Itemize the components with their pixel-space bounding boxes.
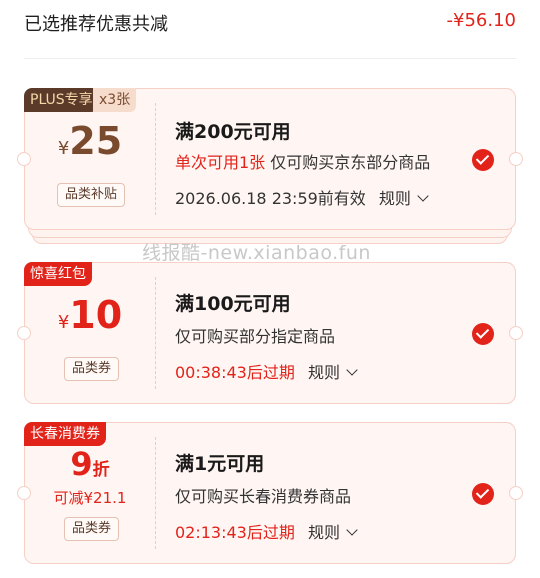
category-badge: 品类补贴 xyxy=(57,183,126,207)
divider xyxy=(24,58,516,59)
coupon-title: 满100元可用 xyxy=(175,293,291,315)
coupon-card-changchun[interactable]: 长春消费券 9折 可减¥21.1 品类券 满1元可用 仅可购买长春消费券商品 0… xyxy=(17,422,523,564)
category-badge: 品类券 xyxy=(64,517,120,541)
right-notch xyxy=(509,486,523,500)
selected-check-icon[interactable] xyxy=(472,483,494,505)
selected-check-icon[interactable] xyxy=(472,323,494,345)
discount-number: 9 xyxy=(70,445,93,483)
expiry-countdown: 00:38:43后过期 xyxy=(175,363,295,382)
coupon-desc-line: 单次可用1张 仅可购买京东部分商品 xyxy=(175,149,430,173)
dashed-divider xyxy=(155,437,156,549)
coupon-expiry-line: 00:38:43后过期 规则 xyxy=(175,359,358,383)
watermark-text: 线报酷-new.xianbao.fun xyxy=(142,242,371,264)
coupon-card-surprise[interactable]: 惊喜红包 ¥10 品类券 满100元可用 仅可购买部分指定商品 00:38:43… xyxy=(17,262,523,404)
coupon-card-plus[interactable]: PLUS专享 x3张 ¥25 品类补贴 满200元可用 单次可用1张 仅可购买京… xyxy=(17,88,523,230)
discount-saving: 可减¥21.1 xyxy=(53,489,127,507)
rules-link[interactable]: 规则 xyxy=(307,363,358,382)
discount-summary: 已选推荐优惠共减 -¥56.10 xyxy=(0,0,540,58)
chevron-down-icon xyxy=(417,190,429,202)
coupon-amount: 25 xyxy=(69,119,123,163)
coupon-amount: 10 xyxy=(69,293,123,337)
usage-limit: 单次可用1张 xyxy=(175,153,266,172)
coupon-count: x3张 xyxy=(93,88,137,112)
coupon-value: ¥25 xyxy=(25,119,155,163)
rules-link[interactable]: 规则 xyxy=(307,523,358,542)
expiry-text: 2026.06.18 23:59前有效 xyxy=(175,189,366,208)
coupon-desc: 仅可购买长春消费券商品 xyxy=(175,487,352,506)
selected-check-icon[interactable] xyxy=(472,149,494,171)
discount-unit: 折 xyxy=(92,460,110,480)
coupon-tag: 长春消费券 xyxy=(24,422,106,446)
coupon-value: 9折 xyxy=(25,445,155,483)
rules-label: 规则 xyxy=(307,523,340,542)
rules-link[interactable]: 规则 xyxy=(378,189,429,208)
rules-label: 规则 xyxy=(378,189,411,208)
summary-amount: -¥56.10 xyxy=(446,10,516,31)
coupon-tag: PLUS专享 xyxy=(24,88,99,112)
category-badge: 品类券 xyxy=(64,357,120,381)
coupon-value: ¥10 xyxy=(25,293,155,337)
coupon-expiry-line: 2026.06.18 23:59前有效 规则 xyxy=(175,185,429,209)
chevron-down-icon xyxy=(346,364,358,376)
summary-label: 已选推荐优惠共减 xyxy=(24,14,168,35)
right-notch xyxy=(509,326,523,340)
chevron-down-icon xyxy=(346,524,358,536)
rules-label: 规则 xyxy=(307,363,340,382)
coupon-title: 满200元可用 xyxy=(175,121,291,143)
dashed-divider xyxy=(155,277,156,389)
right-notch xyxy=(509,152,523,166)
coupon-desc: 仅可购买部分指定商品 xyxy=(175,327,336,346)
expiry-countdown: 02:13:43后过期 xyxy=(175,523,295,542)
coupon-title: 满1元可用 xyxy=(175,453,265,475)
coupon-tag: 惊喜红包 xyxy=(24,262,92,286)
coupon-desc: 仅可购买京东部分商品 xyxy=(270,153,431,172)
currency-symbol: ¥ xyxy=(57,138,70,159)
currency-symbol: ¥ xyxy=(57,312,70,333)
coupon-expiry-line: 02:13:43后过期 规则 xyxy=(175,519,358,543)
dashed-divider xyxy=(155,103,156,215)
